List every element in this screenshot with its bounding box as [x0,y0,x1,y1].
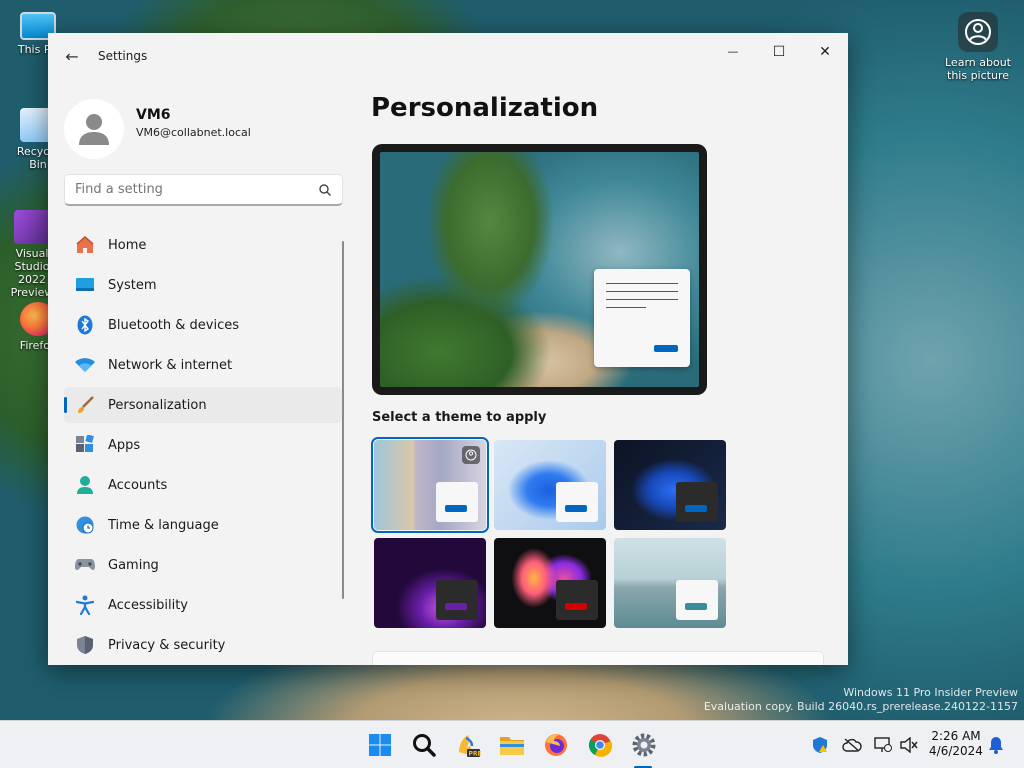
sidebar-item-label: Network & internet [108,357,233,373]
theme-section-heading: Select a theme to apply [372,410,547,425]
theme-glow[interactable] [374,538,486,628]
title-bar[interactable]: ← Settings — ☐ ✕ [48,33,848,81]
back-arrow-icon[interactable]: ← [62,47,82,67]
theme-captured-motion[interactable] [494,538,606,628]
start-icon[interactable] [366,731,394,759]
sidebar-item-bluetooth[interactable]: Bluetooth & devices [64,307,342,343]
gamepad-icon [74,554,96,576]
theme-card [436,580,478,620]
onedrive-offline-icon[interactable] [842,735,862,755]
user-profile[interactable]: VM6 VM6@collabnet.local [64,99,344,159]
watermark-line-1: Windows 11 Pro Insider Preview [843,686,1018,699]
user-silhouette-icon [79,114,109,145]
notification-bell-icon[interactable] [986,735,1006,755]
globe-clock-icon [74,514,96,536]
sidebar-item-apps[interactable]: Apps [64,427,342,463]
search-icon[interactable] [410,731,438,759]
account-icon [74,474,96,496]
theme-flow[interactable] [614,538,726,628]
shield-icon [74,634,96,656]
sidebar-item-accounts[interactable]: Accounts [64,467,342,503]
visual-studio-icon [14,210,50,244]
clock-date: 4/6/2024 [929,744,983,758]
clock-time: 2:26 AM [931,729,981,743]
settings-icon[interactable] [630,731,658,759]
preview-window-mock [594,269,690,367]
maximize-button[interactable]: ☐ [756,37,802,67]
network-disconnected-icon[interactable] [873,735,893,755]
close-button[interactable]: ✕ [802,37,848,67]
camera-aperture-icon [958,12,998,52]
spotlight-icon [462,446,480,464]
wallpaper-preview-image [380,152,699,387]
theme-card [556,482,598,522]
build-watermark: Windows 11 Pro Insider Preview Evaluatio… [704,686,1018,714]
system-icon [74,274,96,296]
sidebar-item-label: Time & language [108,517,219,533]
accessibility-icon [74,594,96,616]
theme-preview [372,144,707,395]
theme-card [436,482,478,522]
sidebar-item-privacy[interactable]: Privacy & security [64,627,342,663]
sidebar-item-accessibility[interactable]: Accessibility [64,587,342,623]
theme-card [676,580,718,620]
sidebar-item-label: System [108,277,157,293]
learn-about-picture[interactable]: Learn about this picture [938,12,1018,82]
window-title: Settings [98,49,148,63]
avatar [64,99,124,159]
file-explorer-preview-icon[interactable]: PRE [454,731,482,759]
theme-windows-dark[interactable] [614,440,726,530]
watermark-line-2: Evaluation copy. Build 26040.rs_prerelea… [703,700,1018,713]
volume-muted-icon[interactable] [899,735,919,755]
wifi-icon [74,354,96,376]
sidebar-item-label: Apps [108,437,141,453]
sidebar-item-label: Gaming [108,557,159,573]
sidebar-item-label: Bluetooth & devices [108,317,239,333]
brush-icon [74,394,96,416]
settings-card[interactable] [372,651,824,665]
sidebar-nav: Home System Bluetooth & devices Network … [64,227,342,665]
chrome-icon[interactable] [586,731,614,759]
sidebar-item-label: Privacy & security [108,637,226,653]
sidebar-item-label: Accounts [108,477,168,493]
sidebar-item-network[interactable]: Network & internet [64,347,342,383]
search-input[interactable] [64,174,343,206]
sidebar-scrollbar[interactable] [342,241,344,599]
profile-email: VM6@collabnet.local [136,126,251,139]
learn-label: Learn about this picture [945,56,1011,82]
home-icon [74,234,96,256]
sidebar-item-label: Home [108,237,147,253]
sidebar-item-label: Accessibility [108,597,188,613]
bluetooth-icon [74,314,96,336]
theme-card [556,580,598,620]
sidebar-item-personalization[interactable]: Personalization [64,387,342,423]
sidebar-item-gaming[interactable]: Gaming [64,547,342,583]
profile-name: VM6 [136,107,171,123]
theme-spotlight[interactable] [371,437,489,533]
folder-icon[interactable] [498,731,526,759]
firefox-icon[interactable] [542,731,570,759]
search-icon [319,184,331,196]
sidebar-item-home[interactable]: Home [64,227,342,263]
preview-accent-button [654,345,678,352]
theme-windows-light[interactable] [494,440,606,530]
sidebar-item-time-language[interactable]: Time & language [64,507,342,543]
security-warning-icon[interactable] [810,735,830,755]
desktop-icon-label: Visual Studio 2022 Preview [10,247,54,299]
sidebar-item-system[interactable]: System [64,267,342,303]
taskbar: PRE 2:26 AM 4/6/2024 [0,720,1024,768]
page-title: Personalization [371,93,599,123]
sidebar-item-label: Personalization [108,397,207,413]
apps-icon [74,434,96,456]
minimize-button[interactable]: — [710,37,756,67]
settings-window: ← Settings — ☐ ✕ VM6 VM6@collabnet.local… [48,33,848,665]
system-clock[interactable]: 2:26 AM 4/6/2024 [924,729,988,759]
svg-text:PRE: PRE [469,751,482,758]
theme-card [676,482,718,522]
